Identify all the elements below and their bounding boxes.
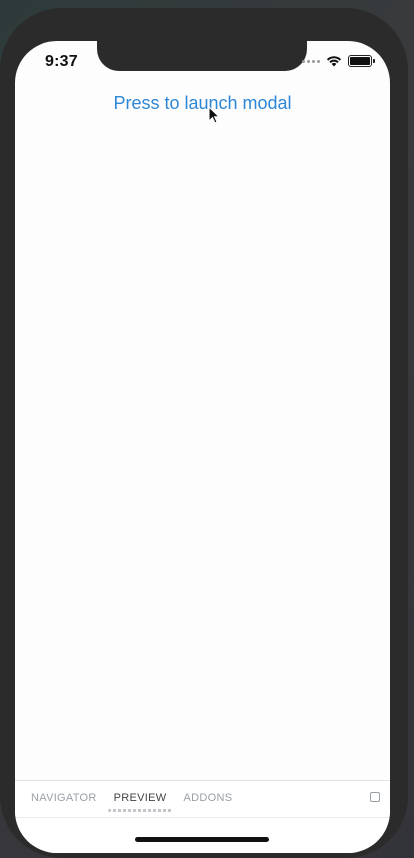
addon-panel: NAVIGATOR PREVIEW ADDONS — [15, 780, 390, 853]
wifi-icon — [326, 56, 342, 67]
tab-navigator[interactable]: NAVIGATOR — [31, 792, 97, 804]
status-time: 9:37 — [45, 53, 78, 70]
signal-dots-icon — [302, 59, 320, 63]
panel-divider — [15, 817, 390, 818]
device-notch — [97, 41, 307, 71]
device-frame: 9:37 Press to launch modal NAVIGATOR PRE… — [0, 8, 408, 858]
home-indicator[interactable] — [135, 837, 269, 842]
launch-modal-button[interactable]: Press to launch modal — [15, 93, 390, 114]
status-icons — [302, 55, 375, 67]
mouse-cursor-icon — [208, 106, 220, 124]
battery-icon — [348, 55, 375, 67]
device-screen: 9:37 Press to launch modal NAVIGATOR PRE… — [15, 41, 390, 853]
addon-tabs: NAVIGATOR PREVIEW ADDONS — [31, 792, 233, 812]
square-icon[interactable] — [370, 792, 380, 802]
tab-addons[interactable]: ADDONS — [184, 792, 233, 804]
tab-preview[interactable]: PREVIEW — [107, 792, 173, 812]
